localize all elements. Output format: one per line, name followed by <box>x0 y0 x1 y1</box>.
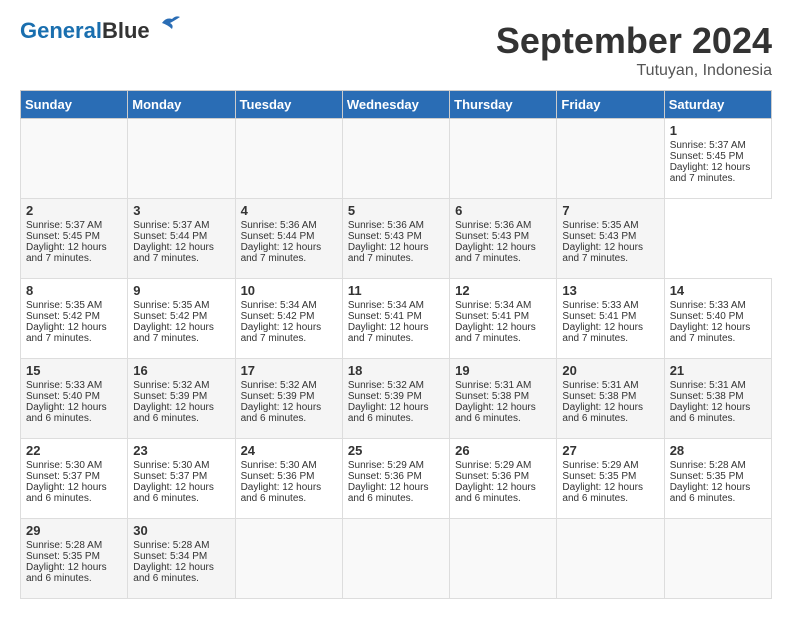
logo-text: GeneralBlue <box>20 20 150 42</box>
page-header: GeneralBlue September 2024 Tutuyan, Indo… <box>20 20 772 80</box>
location-subtitle: Tutuyan, Indonesia <box>496 62 772 80</box>
calendar-week-5: 22Sunrise: 5:30 AMSunset: 5:37 PMDayligh… <box>21 439 772 519</box>
day-header-monday: Monday <box>128 91 235 119</box>
calendar-day-19: 19Sunrise: 5:31 AMSunset: 5:38 PMDayligh… <box>450 359 557 439</box>
calendar-day-17: 17Sunrise: 5:32 AMSunset: 5:39 PMDayligh… <box>235 359 342 439</box>
calendar-week-1: 1Sunrise: 5:37 AMSunset: 5:45 PMDaylight… <box>21 119 772 199</box>
calendar-day-26: 26Sunrise: 5:29 AMSunset: 5:36 PMDayligh… <box>450 439 557 519</box>
calendar-day-7: 7Sunrise: 5:35 AMSunset: 5:43 PMDaylight… <box>557 199 664 279</box>
empty-cell <box>557 119 664 199</box>
empty-cell <box>342 519 449 599</box>
calendar-table: SundayMondayTuesdayWednesdayThursdayFrid… <box>20 90 772 599</box>
empty-cell <box>664 519 771 599</box>
calendar-week-3: 8Sunrise: 5:35 AMSunset: 5:42 PMDaylight… <box>21 279 772 359</box>
empty-cell <box>450 519 557 599</box>
calendar-day-16: 16Sunrise: 5:32 AMSunset: 5:39 PMDayligh… <box>128 359 235 439</box>
day-header-sunday: Sunday <box>21 91 128 119</box>
calendar-day-8: 8Sunrise: 5:35 AMSunset: 5:42 PMDaylight… <box>21 279 128 359</box>
empty-cell <box>128 119 235 199</box>
logo-bird-icon <box>152 15 180 37</box>
title-block: September 2024 Tutuyan, Indonesia <box>496 20 772 80</box>
calendar-day-20: 20Sunrise: 5:31 AMSunset: 5:38 PMDayligh… <box>557 359 664 439</box>
calendar-header-row: SundayMondayTuesdayWednesdayThursdayFrid… <box>21 91 772 119</box>
calendar-day-14: 14Sunrise: 5:33 AMSunset: 5:40 PMDayligh… <box>664 279 771 359</box>
calendar-week-6: 29Sunrise: 5:28 AMSunset: 5:35 PMDayligh… <box>21 519 772 599</box>
calendar-week-4: 15Sunrise: 5:33 AMSunset: 5:40 PMDayligh… <box>21 359 772 439</box>
day-header-tuesday: Tuesday <box>235 91 342 119</box>
calendar-day-9: 9Sunrise: 5:35 AMSunset: 5:42 PMDaylight… <box>128 279 235 359</box>
calendar-day-12: 12Sunrise: 5:34 AMSunset: 5:41 PMDayligh… <box>450 279 557 359</box>
calendar-day-1: 1Sunrise: 5:37 AMSunset: 5:45 PMDaylight… <box>664 119 771 199</box>
calendar-day-4: 4Sunrise: 5:36 AMSunset: 5:44 PMDaylight… <box>235 199 342 279</box>
calendar-day-23: 23Sunrise: 5:30 AMSunset: 5:37 PMDayligh… <box>128 439 235 519</box>
day-header-friday: Friday <box>557 91 664 119</box>
calendar-day-6: 6Sunrise: 5:36 AMSunset: 5:43 PMDaylight… <box>450 199 557 279</box>
calendar-day-15: 15Sunrise: 5:33 AMSunset: 5:40 PMDayligh… <box>21 359 128 439</box>
calendar-day-18: 18Sunrise: 5:32 AMSunset: 5:39 PMDayligh… <box>342 359 449 439</box>
calendar-day-28: 28Sunrise: 5:28 AMSunset: 5:35 PMDayligh… <box>664 439 771 519</box>
empty-cell <box>235 119 342 199</box>
empty-cell <box>21 119 128 199</box>
calendar-day-29: 29Sunrise: 5:28 AMSunset: 5:35 PMDayligh… <box>21 519 128 599</box>
calendar-day-2: 2Sunrise: 5:37 AMSunset: 5:45 PMDaylight… <box>21 199 128 279</box>
calendar-day-5: 5Sunrise: 5:36 AMSunset: 5:43 PMDaylight… <box>342 199 449 279</box>
calendar-day-22: 22Sunrise: 5:30 AMSunset: 5:37 PMDayligh… <box>21 439 128 519</box>
logo: GeneralBlue <box>20 20 180 42</box>
calendar-week-2: 2Sunrise: 5:37 AMSunset: 5:45 PMDaylight… <box>21 199 772 279</box>
empty-cell <box>557 519 664 599</box>
calendar-day-21: 21Sunrise: 5:31 AMSunset: 5:38 PMDayligh… <box>664 359 771 439</box>
month-title: September 2024 <box>496 20 772 62</box>
calendar-day-24: 24Sunrise: 5:30 AMSunset: 5:36 PMDayligh… <box>235 439 342 519</box>
empty-cell <box>235 519 342 599</box>
calendar-day-11: 11Sunrise: 5:34 AMSunset: 5:41 PMDayligh… <box>342 279 449 359</box>
calendar-day-25: 25Sunrise: 5:29 AMSunset: 5:36 PMDayligh… <box>342 439 449 519</box>
calendar-day-30: 30Sunrise: 5:28 AMSunset: 5:34 PMDayligh… <box>128 519 235 599</box>
empty-cell <box>450 119 557 199</box>
empty-cell <box>342 119 449 199</box>
calendar-day-27: 27Sunrise: 5:29 AMSunset: 5:35 PMDayligh… <box>557 439 664 519</box>
calendar-day-13: 13Sunrise: 5:33 AMSunset: 5:41 PMDayligh… <box>557 279 664 359</box>
day-header-saturday: Saturday <box>664 91 771 119</box>
day-header-thursday: Thursday <box>450 91 557 119</box>
day-header-wednesday: Wednesday <box>342 91 449 119</box>
calendar-day-10: 10Sunrise: 5:34 AMSunset: 5:42 PMDayligh… <box>235 279 342 359</box>
calendar-day-3: 3Sunrise: 5:37 AMSunset: 5:44 PMDaylight… <box>128 199 235 279</box>
